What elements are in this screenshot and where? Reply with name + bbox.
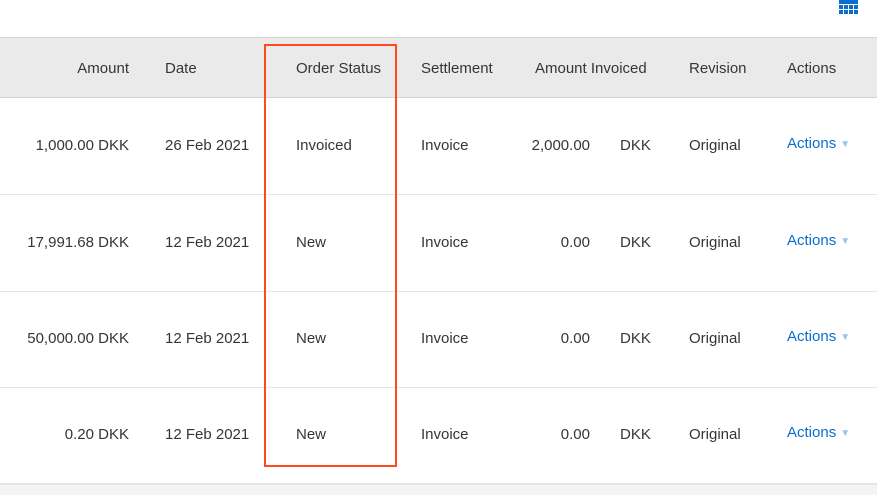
amount-cell: 50,000.00 DKK — [27, 330, 129, 347]
table-header-row: Amount Date Order Status Settlement Amou… — [0, 37, 877, 98]
column-header-actions: Actions — [787, 60, 837, 77]
amount-invoiced-currency: DKK — [620, 234, 651, 251]
actions-label: Actions — [787, 424, 837, 441]
column-header-date[interactable]: Date — [165, 60, 197, 77]
actions-menu-button[interactable]: Actions ▼ — [787, 135, 850, 152]
actions-label: Actions — [787, 135, 837, 152]
amount-invoiced-value: 2,000.00 — [531, 137, 590, 154]
actions-menu-button[interactable]: Actions ▼ — [787, 328, 850, 345]
actions-label: Actions — [787, 232, 837, 249]
amount-invoiced-currency: DKK — [620, 137, 651, 154]
column-header-amount[interactable]: Amount — [77, 60, 129, 77]
settlement-cell: Invoice — [421, 330, 469, 347]
table-row[interactable]: 17,991.68 DKK 12 Feb 2021 New Invoice 0.… — [0, 195, 877, 292]
table-footer — [0, 484, 877, 495]
date-cell: 12 Feb 2021 — [165, 330, 250, 347]
amount-invoiced-value: 0.00 — [560, 426, 590, 443]
order-status-cell: New — [296, 426, 327, 443]
column-header-amount-invoiced[interactable]: Amount Invoiced — [535, 60, 647, 77]
column-header-settlement[interactable]: Settlement — [421, 60, 493, 77]
actions-label: Actions — [787, 328, 837, 345]
table-settings-icon[interactable] — [839, 0, 858, 16]
column-header-revision[interactable]: Revision — [689, 60, 747, 77]
date-cell: 12 Feb 2021 — [165, 234, 250, 251]
amount-cell: 0.20 DKK — [64, 426, 129, 443]
revision-cell: Original — [689, 426, 741, 443]
amount-cell: 17,991.68 DKK — [27, 234, 129, 251]
revision-cell: Original — [689, 137, 741, 154]
amount-invoiced-value: 0.00 — [560, 330, 590, 347]
revision-cell: Original — [689, 234, 741, 251]
amount-cell: 1,000.00 DKK — [35, 137, 129, 154]
actions-menu-button[interactable]: Actions ▼ — [787, 232, 850, 249]
amount-invoiced-currency: DKK — [620, 426, 651, 443]
table-row[interactable]: 50,000.00 DKK 12 Feb 2021 New Invoice 0.… — [0, 291, 877, 388]
caret-down-icon: ▼ — [840, 236, 851, 247]
settlement-cell: Invoice — [421, 426, 469, 443]
table-row[interactable]: 1,000.00 DKK 26 Feb 2021 Invoiced Invoic… — [0, 98, 877, 195]
order-status-cell: New — [296, 330, 327, 347]
settlement-cell: Invoice — [421, 234, 469, 251]
amount-invoiced-value: 0.00 — [560, 234, 590, 251]
settlement-cell: Invoice — [421, 137, 469, 154]
caret-down-icon: ▼ — [840, 332, 851, 343]
amount-invoiced-currency: DKK — [620, 330, 651, 347]
caret-down-icon: ▼ — [840, 139, 851, 150]
order-status-cell: Invoiced — [296, 137, 352, 154]
caret-down-icon: ▼ — [840, 428, 851, 439]
column-header-order-status[interactable]: Order Status — [296, 60, 381, 77]
date-cell: 12 Feb 2021 — [165, 426, 250, 443]
date-cell: 26 Feb 2021 — [165, 137, 250, 154]
actions-menu-button[interactable]: Actions ▼ — [787, 424, 850, 441]
table-row[interactable]: 0.20 DKK 12 Feb 2021 New Invoice 0.00 DK… — [0, 387, 877, 484]
order-status-cell: New — [296, 234, 327, 251]
revision-cell: Original — [689, 330, 741, 347]
